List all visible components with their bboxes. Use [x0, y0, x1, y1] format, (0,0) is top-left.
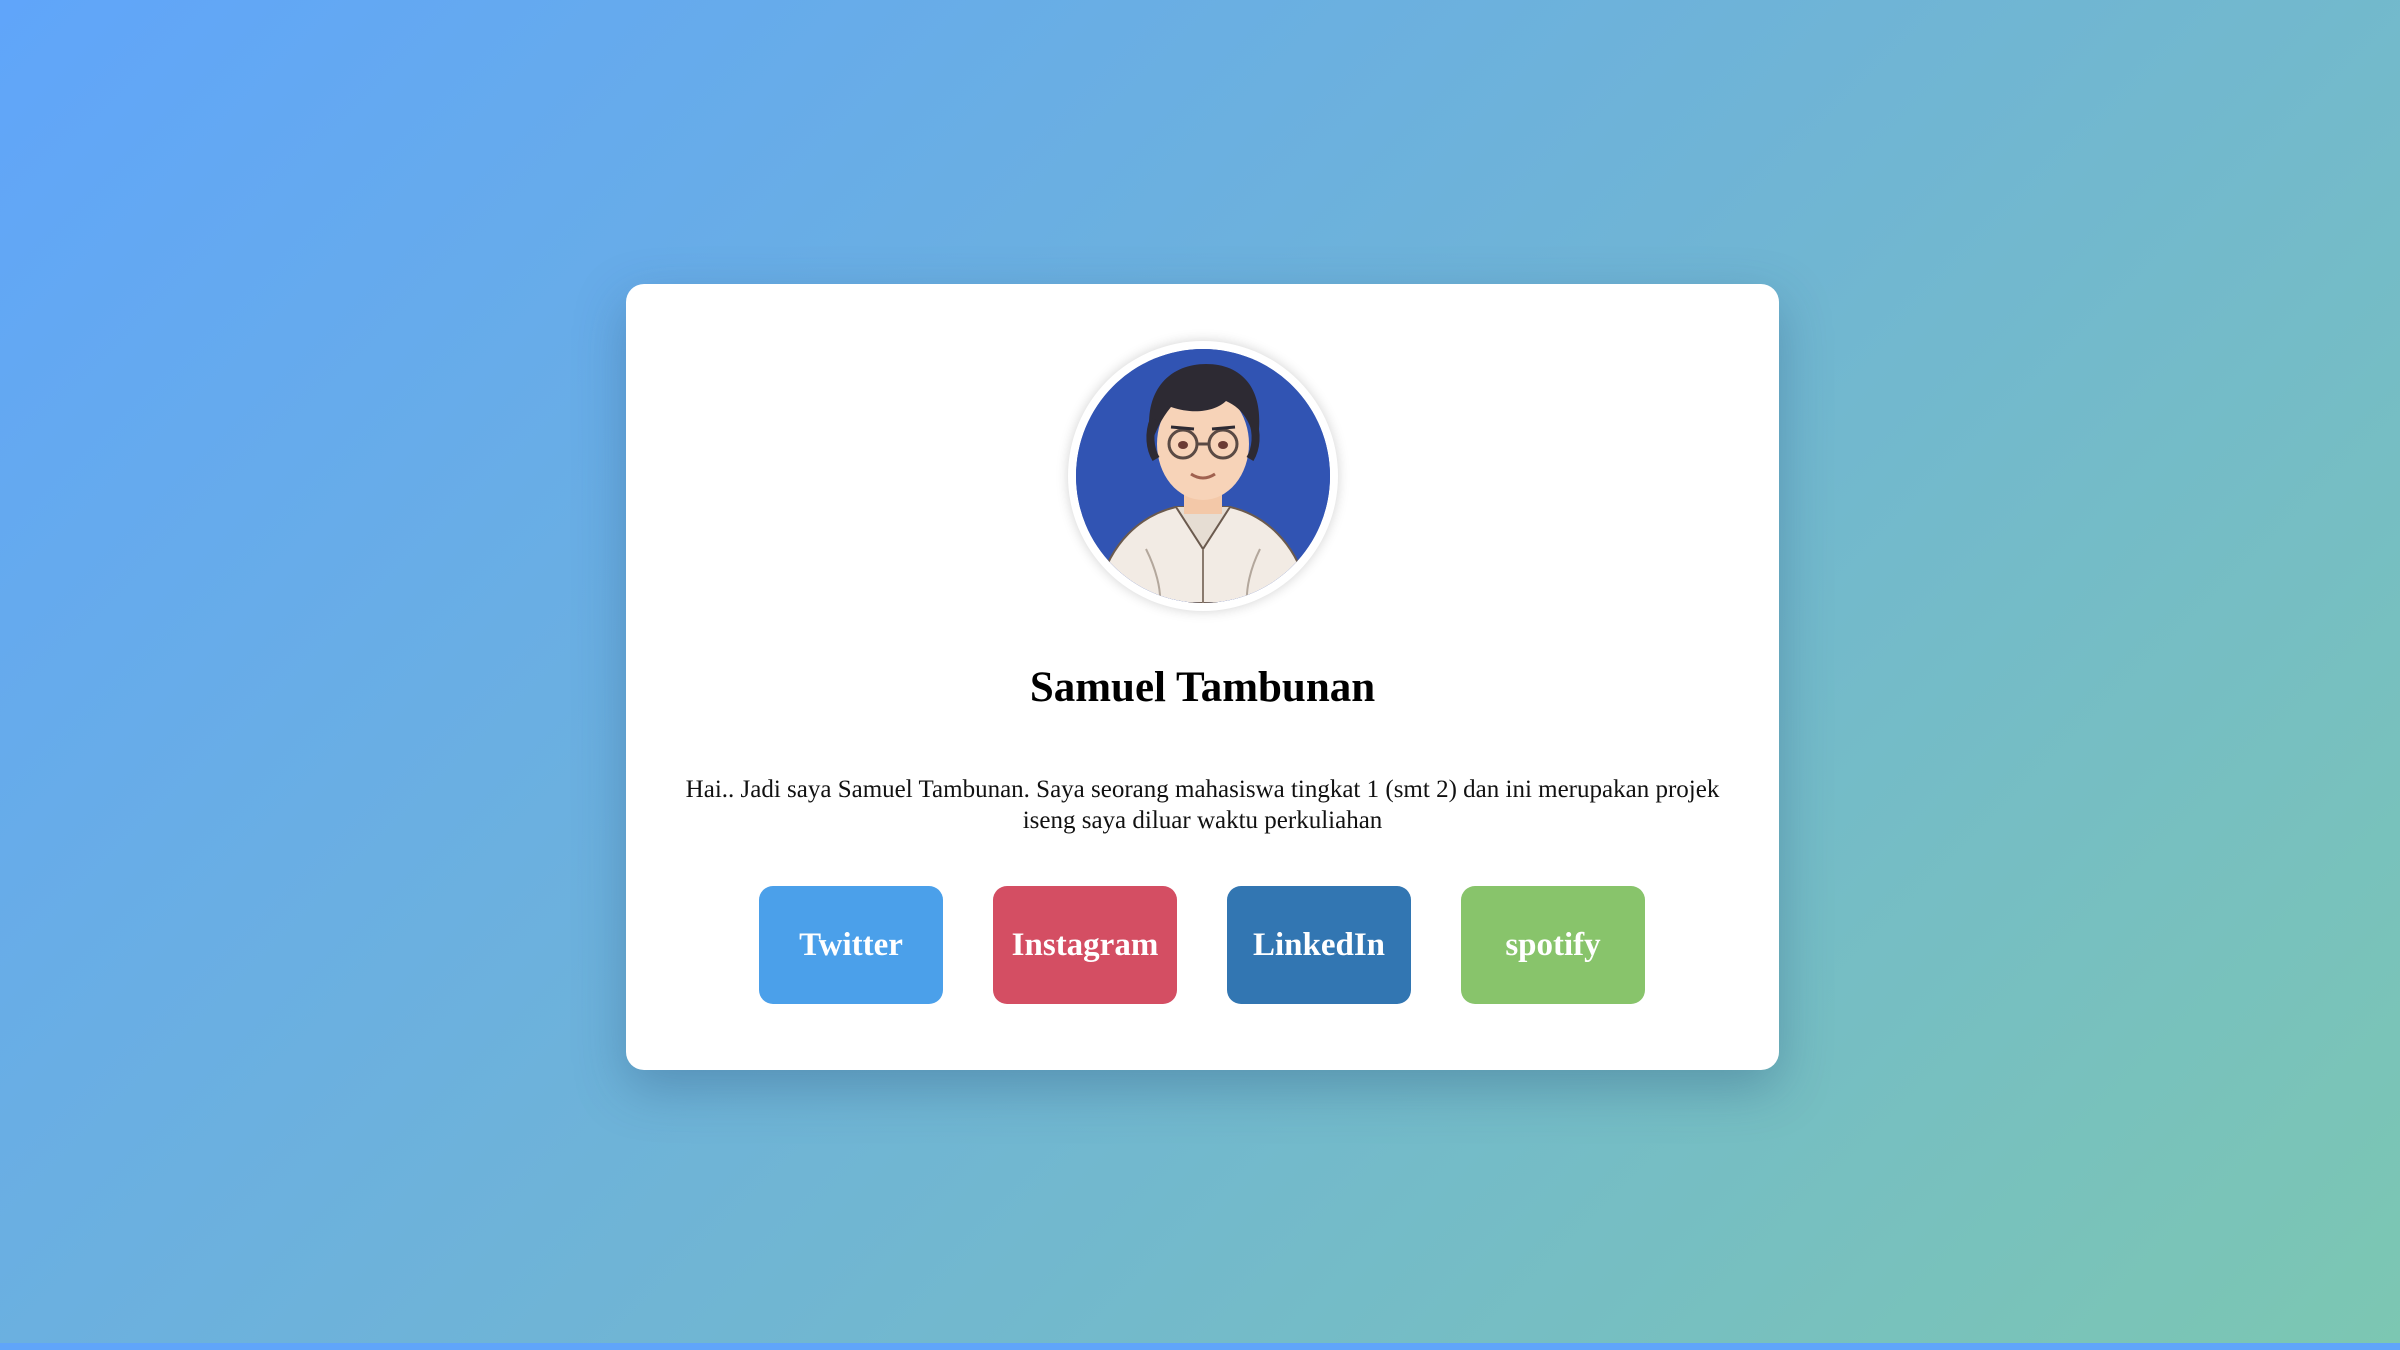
- profile-card: Samuel Tambunan Hai.. Jadi saya Samuel T…: [626, 284, 1779, 1070]
- profile-name: Samuel Tambunan: [1029, 664, 1376, 711]
- avatar-frame: [1068, 341, 1338, 611]
- instagram-button[interactable]: Instagram: [993, 886, 1177, 1004]
- twitter-button[interactable]: Twitter: [759, 886, 943, 1004]
- avatar: [1076, 349, 1330, 603]
- avatar-illustration: [1076, 349, 1330, 603]
- spotify-button[interactable]: spotify: [1461, 886, 1645, 1004]
- bottom-bar: [0, 1343, 2400, 1350]
- linkedin-button[interactable]: LinkedIn: [1227, 886, 1411, 1004]
- profile-bio: Hai.. Jadi saya Samuel Tambunan. Saya se…: [685, 776, 1720, 834]
